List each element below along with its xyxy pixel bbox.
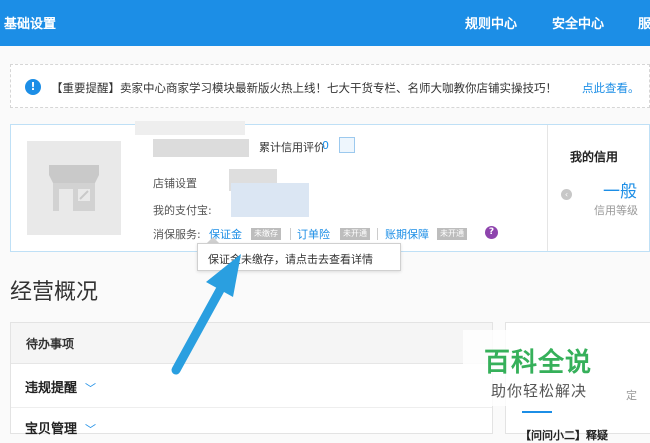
annotation-arrow-icon (171, 254, 241, 375)
